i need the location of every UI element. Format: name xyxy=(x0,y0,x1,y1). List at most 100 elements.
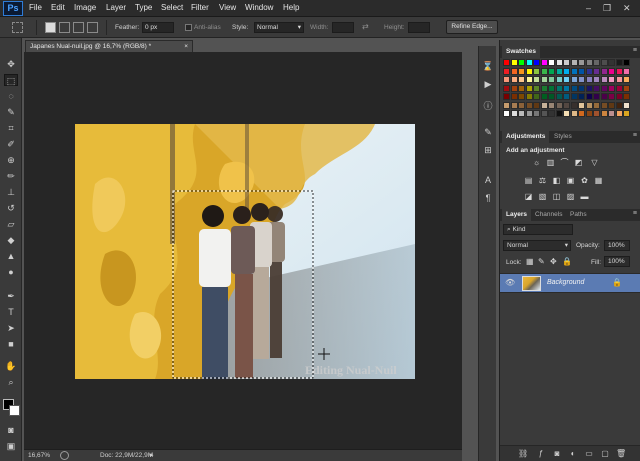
color-swatch[interactable] xyxy=(555,76,563,83)
color-swatch[interactable] xyxy=(623,76,630,83)
zoom-level[interactable]: 16,67% xyxy=(28,450,50,461)
threshold-icon[interactable]: ◫ xyxy=(552,192,561,201)
color-swatch[interactable] xyxy=(503,67,510,75)
color-balance-icon[interactable]: ⚖ xyxy=(538,176,547,185)
color-swatch[interactable] xyxy=(615,110,623,117)
color-swatch[interactable] xyxy=(570,67,578,75)
restore-button[interactable]: ❐ xyxy=(603,3,611,14)
color-swatch[interactable] xyxy=(608,84,615,92)
quick-mask-icon[interactable]: ◙ xyxy=(4,424,18,436)
color-lookup-icon[interactable]: ▦ xyxy=(594,176,603,185)
path-selection-tool-icon[interactable]: ➤ xyxy=(4,322,18,334)
move-tool-icon[interactable]: ✥ xyxy=(4,58,18,70)
color-swatch[interactable] xyxy=(608,93,615,100)
color-swatch[interactable] xyxy=(623,59,630,66)
color-swatch[interactable] xyxy=(533,59,540,66)
lock-all-icon[interactable]: 🔒 xyxy=(562,257,572,266)
hue-saturation-icon[interactable]: ▤ xyxy=(524,176,533,185)
color-swatch[interactable] xyxy=(503,59,510,66)
brush-presets-panel-icon[interactable]: ✎ xyxy=(482,126,494,138)
levels-icon[interactable]: ▥ xyxy=(546,158,555,167)
tab-channels[interactable]: Channels xyxy=(531,209,566,221)
adjustments-panel-menu-icon[interactable]: ≡ xyxy=(633,132,637,139)
link-layers-icon[interactable]: ⛓ xyxy=(518,449,528,459)
color-swatch[interactable] xyxy=(548,84,555,92)
color-swatch[interactable] xyxy=(503,84,510,92)
color-swatch[interactable] xyxy=(608,110,615,117)
color-swatch[interactable] xyxy=(555,93,563,100)
color-swatch[interactable] xyxy=(518,67,525,75)
color-swatch[interactable] xyxy=(540,59,548,66)
document-image[interactable]: Editing Nual-Nuil xyxy=(75,124,415,379)
clone-source-panel-icon[interactable]: ⊞ xyxy=(482,144,494,156)
close-window-button[interactable]: ✕ xyxy=(623,3,631,14)
color-swatch[interactable] xyxy=(563,67,570,75)
clone-stamp-tool-icon[interactable]: ⊥ xyxy=(4,186,18,198)
rectangle-tool-icon[interactable]: ■ xyxy=(4,338,18,350)
color-swatch[interactable] xyxy=(555,110,563,117)
menu-layer[interactable]: Layer xyxy=(106,3,126,12)
color-swatch[interactable] xyxy=(563,59,570,66)
new-adjustment-layer-icon[interactable]: ◐ xyxy=(568,449,578,459)
color-swatch[interactable] xyxy=(548,59,555,66)
status-menu-arrow-icon[interactable]: ▸ xyxy=(150,450,154,461)
color-swatch[interactable] xyxy=(593,76,600,83)
color-swatch[interactable] xyxy=(518,76,525,83)
invert-icon[interactable]: ◪ xyxy=(524,192,533,201)
color-swatch[interactable] xyxy=(510,101,518,109)
color-swatch[interactable] xyxy=(563,84,570,92)
paragraph-panel-icon[interactable]: ¶ xyxy=(482,192,494,204)
color-swatch[interactable] xyxy=(533,110,540,117)
color-swatch[interactable] xyxy=(518,93,525,100)
swatches-panel-menu-icon[interactable]: ≡ xyxy=(633,47,637,54)
color-swatch[interactable] xyxy=(578,76,585,83)
color-swatch[interactable] xyxy=(570,76,578,83)
zoom-tool-icon[interactable]: ⌕ xyxy=(4,376,18,388)
color-swatch[interactable] xyxy=(570,93,578,100)
color-swatch[interactable] xyxy=(525,93,533,100)
color-swatch[interactable] xyxy=(540,84,548,92)
color-swatch[interactable] xyxy=(615,84,623,92)
tab-layers[interactable]: Layers xyxy=(502,209,531,221)
layer-style-icon[interactable]: ƒ xyxy=(536,449,546,459)
color-swatch[interactable] xyxy=(533,67,540,75)
color-swatch[interactable] xyxy=(525,110,533,117)
selective-color-icon[interactable]: ▨ xyxy=(566,192,575,201)
visibility-eye-icon[interactable]: 👁 xyxy=(505,278,515,287)
color-swatch[interactable] xyxy=(585,101,593,109)
color-swatch[interactable] xyxy=(593,59,600,66)
color-swatch[interactable] xyxy=(503,101,510,109)
color-swatch[interactable] xyxy=(570,84,578,92)
color-swatch[interactable] xyxy=(600,84,608,92)
menu-image[interactable]: Image xyxy=(74,3,96,12)
color-swatch[interactable] xyxy=(585,84,593,92)
color-swatch[interactable] xyxy=(578,110,585,117)
color-swatch[interactable] xyxy=(503,110,510,117)
color-swatch[interactable] xyxy=(548,101,555,109)
color-swatch[interactable] xyxy=(623,93,630,100)
channel-mixer-icon[interactable]: ✿ xyxy=(580,176,589,185)
lasso-tool-icon[interactable]: ◌ xyxy=(4,90,18,102)
quick-selection-tool-icon[interactable]: ✎ xyxy=(4,106,18,118)
close-document-icon[interactable]: × xyxy=(184,41,188,52)
color-swatch[interactable] xyxy=(510,76,518,83)
color-swatch[interactable] xyxy=(518,110,525,117)
status-info-icon[interactable] xyxy=(60,451,69,460)
layer-filter-select[interactable]: ⌕ Kind xyxy=(503,224,573,235)
tab-adjustments[interactable]: Adjustments xyxy=(502,131,550,143)
style-select[interactable]: Normal ▾ xyxy=(254,22,304,33)
color-swatch[interactable] xyxy=(600,101,608,109)
color-swatch[interactable] xyxy=(623,67,630,75)
color-swatch[interactable] xyxy=(578,101,585,109)
color-swatch[interactable] xyxy=(518,84,525,92)
color-swatch[interactable] xyxy=(623,101,630,109)
info-panel-icon[interactable]: ⓘ xyxy=(482,100,494,112)
menu-file[interactable]: File xyxy=(29,3,42,12)
color-swatch[interactable] xyxy=(548,76,555,83)
blur-tool-icon[interactable]: ▲ xyxy=(4,250,18,262)
fill-input[interactable]: 100% xyxy=(604,256,630,267)
eraser-tool-icon[interactable]: ▱ xyxy=(4,218,18,230)
new-layer-icon[interactable]: ▢ xyxy=(600,449,610,459)
swatch-grid[interactable] xyxy=(503,59,631,125)
new-group-icon[interactable]: ▭ xyxy=(584,449,594,459)
